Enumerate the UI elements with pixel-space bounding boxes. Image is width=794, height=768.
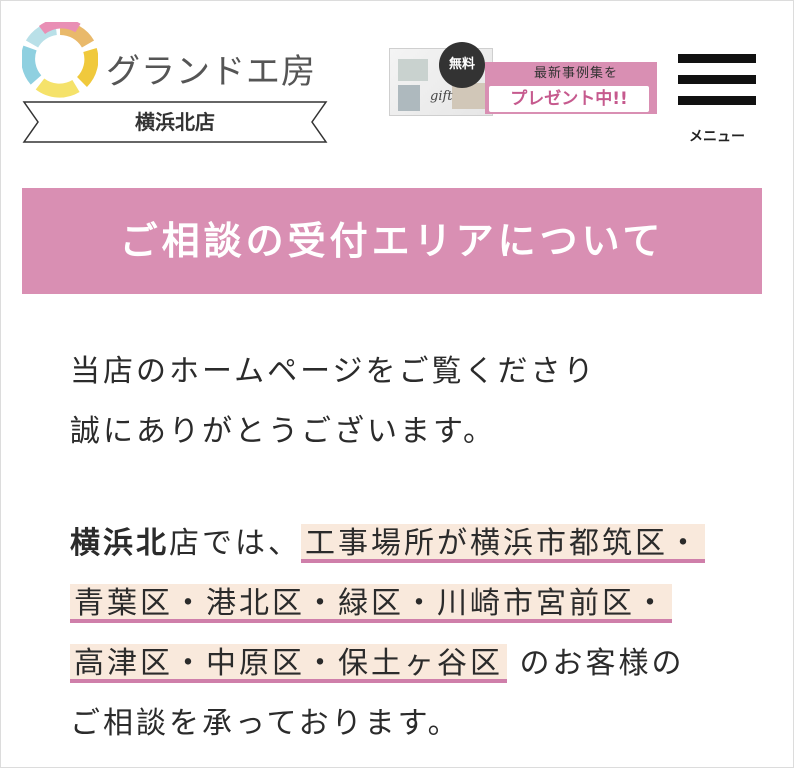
area-highlight-2: 青葉区・港北区・緑区・川崎市宮前区・ [70, 584, 672, 623]
menu-button[interactable]: メニュー [676, 54, 758, 148]
area-line-3: 高津区・中原区・保土ヶ谷区 のお客様の [70, 634, 705, 694]
hamburger-icon [678, 54, 756, 63]
area-line-2: 青葉区・港北区・緑区・川崎市宮前区・ [70, 574, 705, 634]
site-logo[interactable]: グランドエ房 横浜北店 [22, 22, 332, 152]
catalog-gift-text: gift [430, 89, 453, 104]
greeting-line-1: 当店のホームページをご覧くださり [70, 354, 597, 389]
store-suffix: 店では、 [169, 526, 301, 561]
store-name: 横浜北店 [135, 110, 215, 134]
catalog-promo-banner[interactable]: gift 無料 最新事例集を プレゼント中!! [389, 42, 657, 120]
logo-ring-icon [22, 22, 98, 98]
hamburger-icon-bar [678, 96, 756, 105]
closing-line: ご相談を承っております。 [70, 706, 461, 741]
section-heading: ご相談の受付エリアについて [22, 188, 762, 294]
area-line-1: 横浜北店では、 工事場所が横浜市都筑区・ [70, 514, 705, 574]
menu-label: メニュー [689, 129, 745, 145]
store-prefix: 横浜北 [70, 526, 169, 561]
area-highlight-1: 工事場所が横浜市都筑区・ [301, 524, 705, 563]
greeting-paragraph: 当店のホームページをご覧くださり 誠にありがとうございます。 [70, 342, 597, 462]
area-highlight-3: 高津区・中原区・保土ヶ谷区 [70, 644, 507, 683]
service-area-paragraph: 横浜北店では、 工事場所が横浜市都筑区・ 青葉区・港北区・緑区・川崎市宮前区・ 高… [70, 514, 705, 754]
brand-name: グランドエ房 [106, 52, 316, 92]
promo-line1: 最新事例集を [533, 66, 618, 81]
promo-line2: プレゼント中!! [489, 86, 649, 112]
after-area-text: のお客様の [519, 646, 685, 681]
greeting-line-2: 誠にありがとうございます。 [70, 414, 496, 449]
hamburger-icon-bar [678, 75, 756, 84]
free-badge: 無料 [439, 42, 485, 88]
